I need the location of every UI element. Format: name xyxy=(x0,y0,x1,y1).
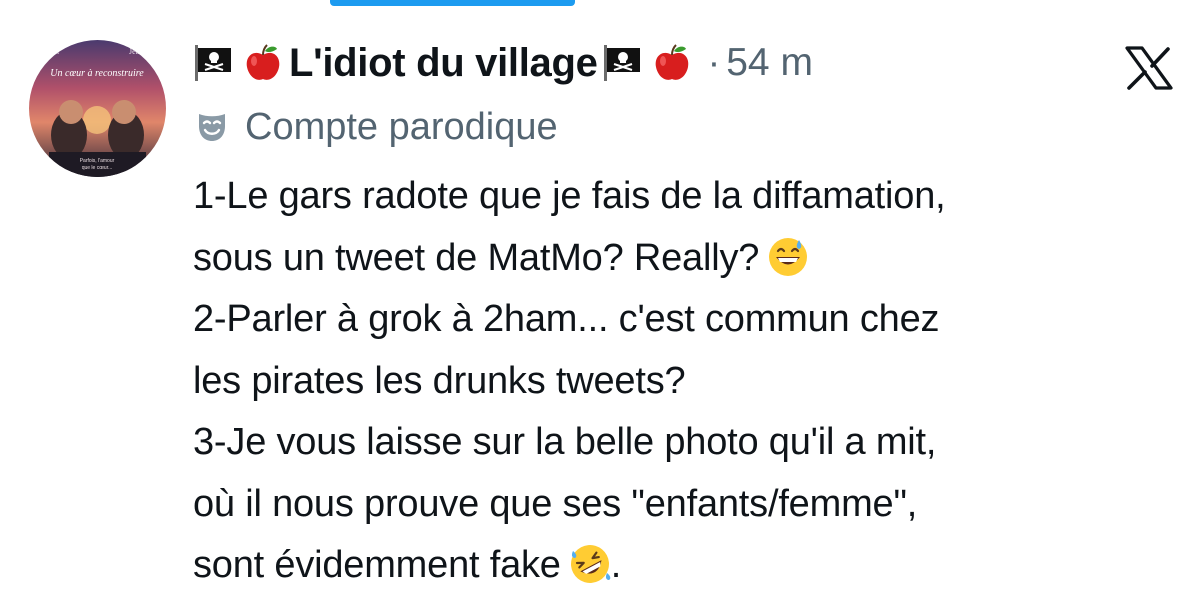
grinning-sweat-icon xyxy=(769,237,808,276)
tweet-line: 1-Le gars radote que je fais de la diffa… xyxy=(193,175,946,217)
red-apple-icon xyxy=(655,44,688,80)
tweet-line: sous un tweet de MatMo? Really? xyxy=(193,228,1183,290)
x-logo-icon[interactable] xyxy=(1125,46,1173,90)
tweet-line: sont évidemment fake . xyxy=(193,535,1183,597)
avatar-subtitle-1: Parfois, l'amour xyxy=(80,158,115,164)
post-content: L'idiot du village · 54 m Compte parodiq… xyxy=(193,32,1183,597)
theater-mask-icon xyxy=(199,114,225,141)
tweet-line: où il nous prouve que ses "enfants/femme… xyxy=(193,482,918,525)
display-name[interactable]: L'idiot du village xyxy=(289,41,598,86)
separator-dot: · xyxy=(707,41,721,84)
tweet-line: les pirates les drunks tweets? xyxy=(193,359,686,402)
tweet-body: 1-Le gars radote que je fais de la diffa… xyxy=(193,166,1183,597)
avatar-text-left: Morin xyxy=(39,47,59,56)
tweet-line: 3-Je vous laisse sur la belle photo qu'i… xyxy=(193,421,937,463)
scroll-indicator xyxy=(330,0,575,6)
avatar-title: Un cœur à reconstruire xyxy=(50,68,144,79)
pirate-flag-icon xyxy=(603,45,640,81)
avatar-text-right: Jean xyxy=(129,47,143,56)
tweet-line: 2-Parler à grok à 2ham... c'est commun c… xyxy=(193,298,940,340)
account-label-row: Compte parodique xyxy=(193,96,1183,158)
parody-account-label: Compte parodique xyxy=(245,105,558,148)
timestamp[interactable]: 54 m xyxy=(726,41,813,85)
avatar-subtitle-2: que le cœur... xyxy=(82,165,113,171)
avatar[interactable]: Morin Jean Un cœur à reconstruire Parfoi… xyxy=(29,40,166,177)
red-apple-icon xyxy=(246,44,280,80)
post-header: L'idiot du village · 54 m xyxy=(193,32,1183,94)
pirate-flag-icon xyxy=(195,45,231,81)
rofl-icon xyxy=(570,545,611,583)
